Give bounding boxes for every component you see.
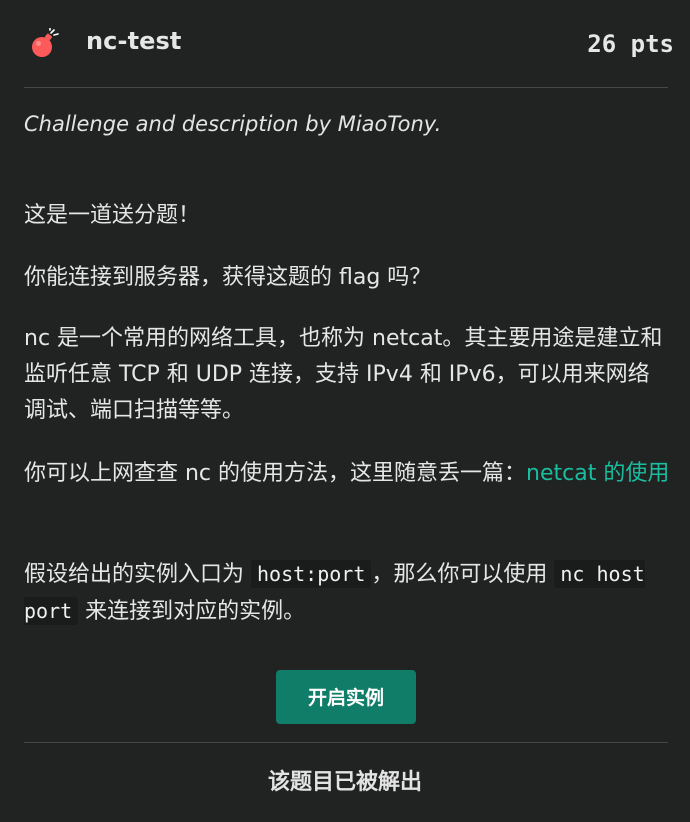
start-instance-button[interactable]: 开启实例 xyxy=(276,670,416,724)
description-paragraph-1: 这是一道送分题！ xyxy=(24,203,201,228)
footer-divider xyxy=(24,742,668,743)
paragraph-5-text-3: 来连接到对应的实例。 xyxy=(78,599,306,624)
challenge-header: nc-test 26 pts xyxy=(0,0,690,88)
description-paragraph-2: 你能连接到服务器，获得这题的 flag 吗？ xyxy=(24,265,432,290)
paragraph-4-text: 你可以上网查查 nc 的使用方法，这里随意丢一篇： xyxy=(24,461,527,486)
paragraph-5-text-2: ，那么你可以使用 xyxy=(371,562,555,587)
solved-status: 该题目已被解出 xyxy=(267,770,422,795)
author-line: Challenge and description by MiaoTony. xyxy=(24,112,442,136)
netcat-usage-link[interactable]: netcat 的使用 xyxy=(526,461,669,486)
header-divider xyxy=(24,87,668,88)
paragraph-5-text-1: 假设给出的实例入口为 xyxy=(24,562,251,587)
bomb-icon xyxy=(30,27,60,60)
challenge-points: 26 pts xyxy=(587,30,674,58)
host-port-code: host:port xyxy=(251,560,372,588)
challenge-card: nc-test 26 pts Challenge and description… xyxy=(0,0,690,822)
challenge-title: nc-test xyxy=(86,27,182,55)
description-paragraph-4: 你可以上网查查 nc 的使用方法，这里随意丢一篇：netcat 的使用 xyxy=(24,456,670,492)
description-paragraph-3: nc 是一个常用的网络工具，也称为 netcat。其主要用途是建立和监听任意 T… xyxy=(24,326,663,423)
description-paragraph-5: 假设给出的实例入口为 host:port ，那么你可以使用 nc host por… xyxy=(24,556,670,630)
